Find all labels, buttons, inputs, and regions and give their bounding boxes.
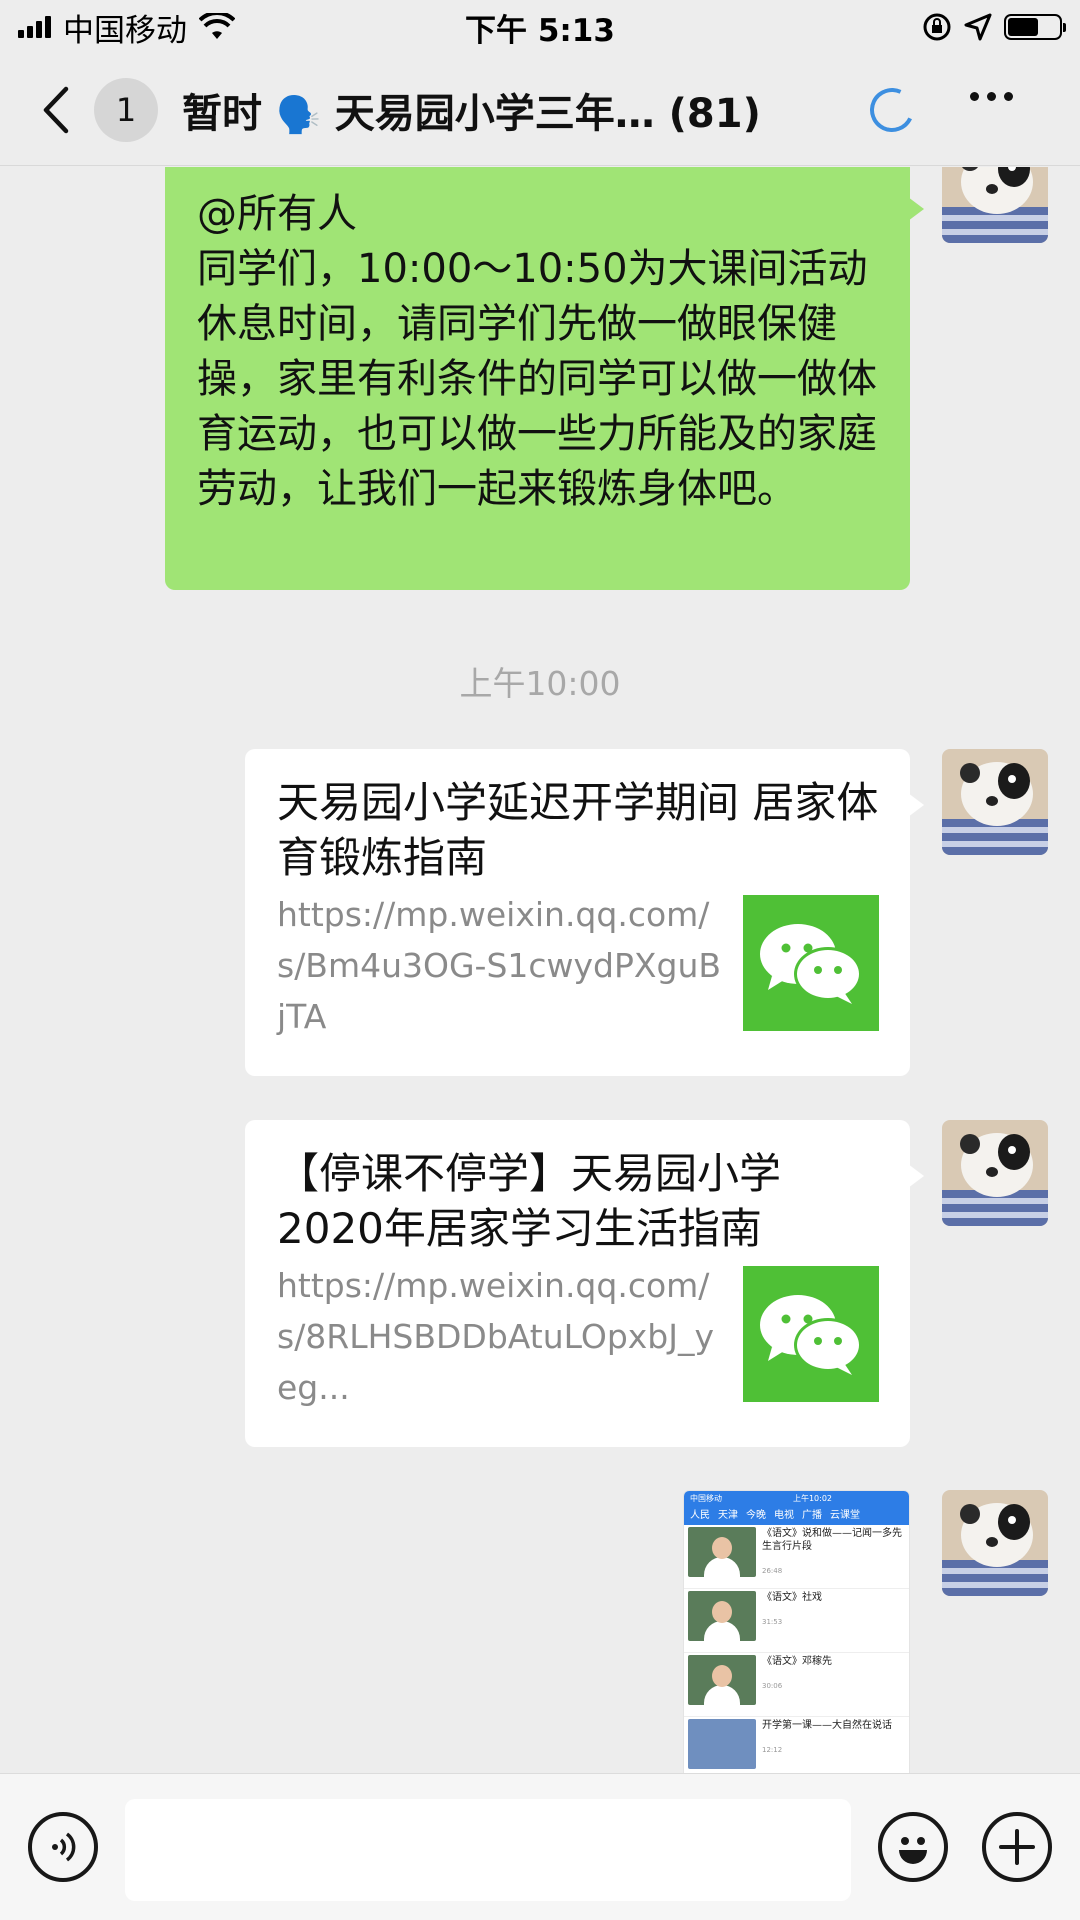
title-prefix: 暂时	[182, 90, 262, 137]
rotation-lock-icon	[923, 13, 951, 41]
clock: 下午 5:13	[465, 12, 615, 49]
puppy-avatar-icon	[942, 1490, 1048, 1596]
status-bar: 中国移动 下午 5:13	[0, 0, 1080, 54]
video-thumbnail	[688, 1655, 756, 1705]
link-card-message[interactable]: 天易园小学延迟开学期间 居家体育锻炼指南 https://mp.weixin.q…	[245, 749, 924, 1076]
chat-header: 1 暂时 🗣️ 天易园小学三年… (81)	[0, 54, 1080, 166]
wechat-icon	[760, 1295, 862, 1375]
video-thumbnail	[688, 1719, 756, 1769]
puppy-avatar-icon	[942, 1120, 1048, 1226]
image-tab-row: 人民 天津 今晚 电视 广播 云课堂	[690, 1510, 860, 1521]
link-card-title: 【停课不停学】天易园小学2020年居家学习生活指南	[277, 1149, 782, 1253]
wechat-logo-thumbnail	[743, 895, 879, 1031]
carrier-label: 中国移动	[63, 12, 187, 49]
avatar[interactable]	[942, 749, 1048, 855]
list-item: 《语文》社戏 31:53	[684, 1589, 909, 1653]
input-bar	[0, 1773, 1080, 1920]
list-item: 《语文》邓稼先 30:06	[684, 1653, 909, 1717]
message-list[interactable]: @所有人 同学们，10:00～10:50为大课间活动休息时间，请同学们先做一做眼…	[0, 167, 1080, 1773]
loading-spinner-icon	[863, 81, 921, 139]
battery-icon	[1004, 14, 1066, 40]
puppy-avatar-icon	[942, 167, 1048, 243]
back-button[interactable]	[40, 60, 90, 160]
list-item: 《语文》说和做——记闻一多先生言行片段 26:48	[684, 1525, 909, 1589]
emoji-button[interactable]	[878, 1812, 948, 1882]
signal-icon	[18, 16, 51, 38]
more-options-button[interactable]	[970, 92, 1013, 101]
location-icon	[964, 13, 992, 41]
avatar[interactable]	[942, 1120, 1048, 1226]
chat-title[interactable]: 暂时 🗣️ 天易园小学三年… (81)	[182, 81, 822, 139]
group-name: 天易园小学三年…	[334, 90, 655, 137]
image-app-header: 中国移动 上午10:02 人民 天津 今晚 电视 广播 云课堂	[684, 1491, 909, 1525]
mention-all: @所有人	[197, 191, 357, 237]
link-card-url: https://mp.weixin.qq.com/s/Bm4u3OG-S1cwy…	[277, 895, 722, 1036]
smiley-icon	[899, 1837, 927, 1864]
plus-icon	[999, 1829, 1035, 1865]
avatar[interactable]	[942, 1490, 1048, 1596]
unread-count-badge[interactable]: 1	[94, 77, 158, 142]
link-card-title: 天易园小学延迟开学期间 居家体育锻炼指南	[277, 778, 879, 882]
puppy-avatar-icon	[942, 749, 1048, 855]
member-count: (81)	[668, 90, 761, 137]
sent-text-message[interactable]: @所有人 同学们，10:00～10:50为大课间活动休息时间，请同学们先做一做眼…	[165, 167, 924, 590]
message-input[interactable]	[125, 1799, 851, 1901]
chevron-left-icon	[43, 86, 69, 133]
wifi-icon	[199, 13, 235, 39]
speaking-head-emoji: 🗣️	[275, 94, 321, 136]
wechat-icon	[760, 924, 862, 1004]
voice-icon	[52, 1832, 76, 1862]
more-functions-button[interactable]	[982, 1812, 1052, 1882]
voice-input-button[interactable]	[28, 1812, 98, 1882]
message-timestamp: 上午10:00	[459, 664, 621, 703]
link-card-url: https://mp.weixin.qq.com/s/8RLHSBDDbAtuL…	[277, 1266, 715, 1407]
link-card-message[interactable]: 【停课不停学】天易园小学2020年居家学习生活指南 https://mp.wei…	[245, 1120, 924, 1447]
image-message[interactable]: 中国移动 上午10:02 人民 天津 今晚 电视 广播 云课堂 《语文》说和做—…	[683, 1490, 910, 1773]
list-item: 开学第一课——大自然在说话 12:12	[684, 1717, 909, 1773]
avatar[interactable]	[942, 167, 1048, 243]
wechat-logo-thumbnail	[743, 1266, 879, 1402]
video-thumbnail	[688, 1527, 756, 1577]
video-thumbnail	[688, 1591, 756, 1641]
announcement-body: 同学们，10:00～10:50为大课间活动休息时间，请同学们先做一做眼保健操，家…	[197, 246, 877, 512]
